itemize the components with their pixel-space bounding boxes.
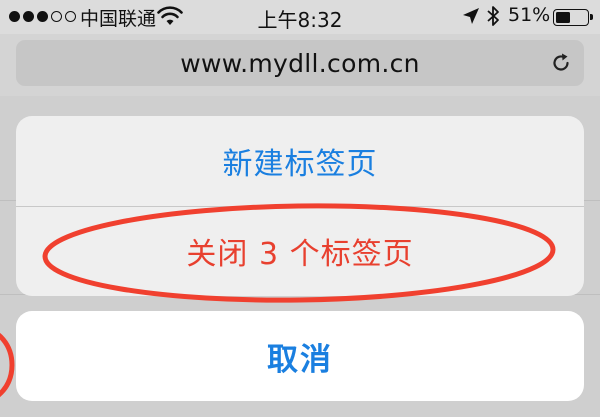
- url-text: www.mydll.com.cn: [180, 49, 420, 78]
- status-bar: 中国联通 上午8:32 51%: [0, 0, 600, 34]
- battery-percent: 51%: [508, 4, 551, 26]
- new-tab-button[interactable]: 新建标签页: [16, 116, 584, 206]
- reload-icon[interactable]: [550, 52, 572, 74]
- cancel-group: 取消: [16, 311, 584, 401]
- bluetooth-icon: [487, 6, 499, 26]
- action-sheet: 新建标签页 关闭 3 个标签页: [16, 116, 584, 296]
- cancel-button[interactable]: 取消: [16, 311, 584, 401]
- url-field[interactable]: www.mydll.com.cn: [16, 40, 584, 86]
- battery-icon: [553, 9, 593, 26]
- location-arrow-icon: [463, 8, 479, 24]
- address-bar: www.mydll.com.cn: [0, 34, 600, 96]
- close-tabs-button[interactable]: 关闭 3 个标签页: [16, 206, 584, 296]
